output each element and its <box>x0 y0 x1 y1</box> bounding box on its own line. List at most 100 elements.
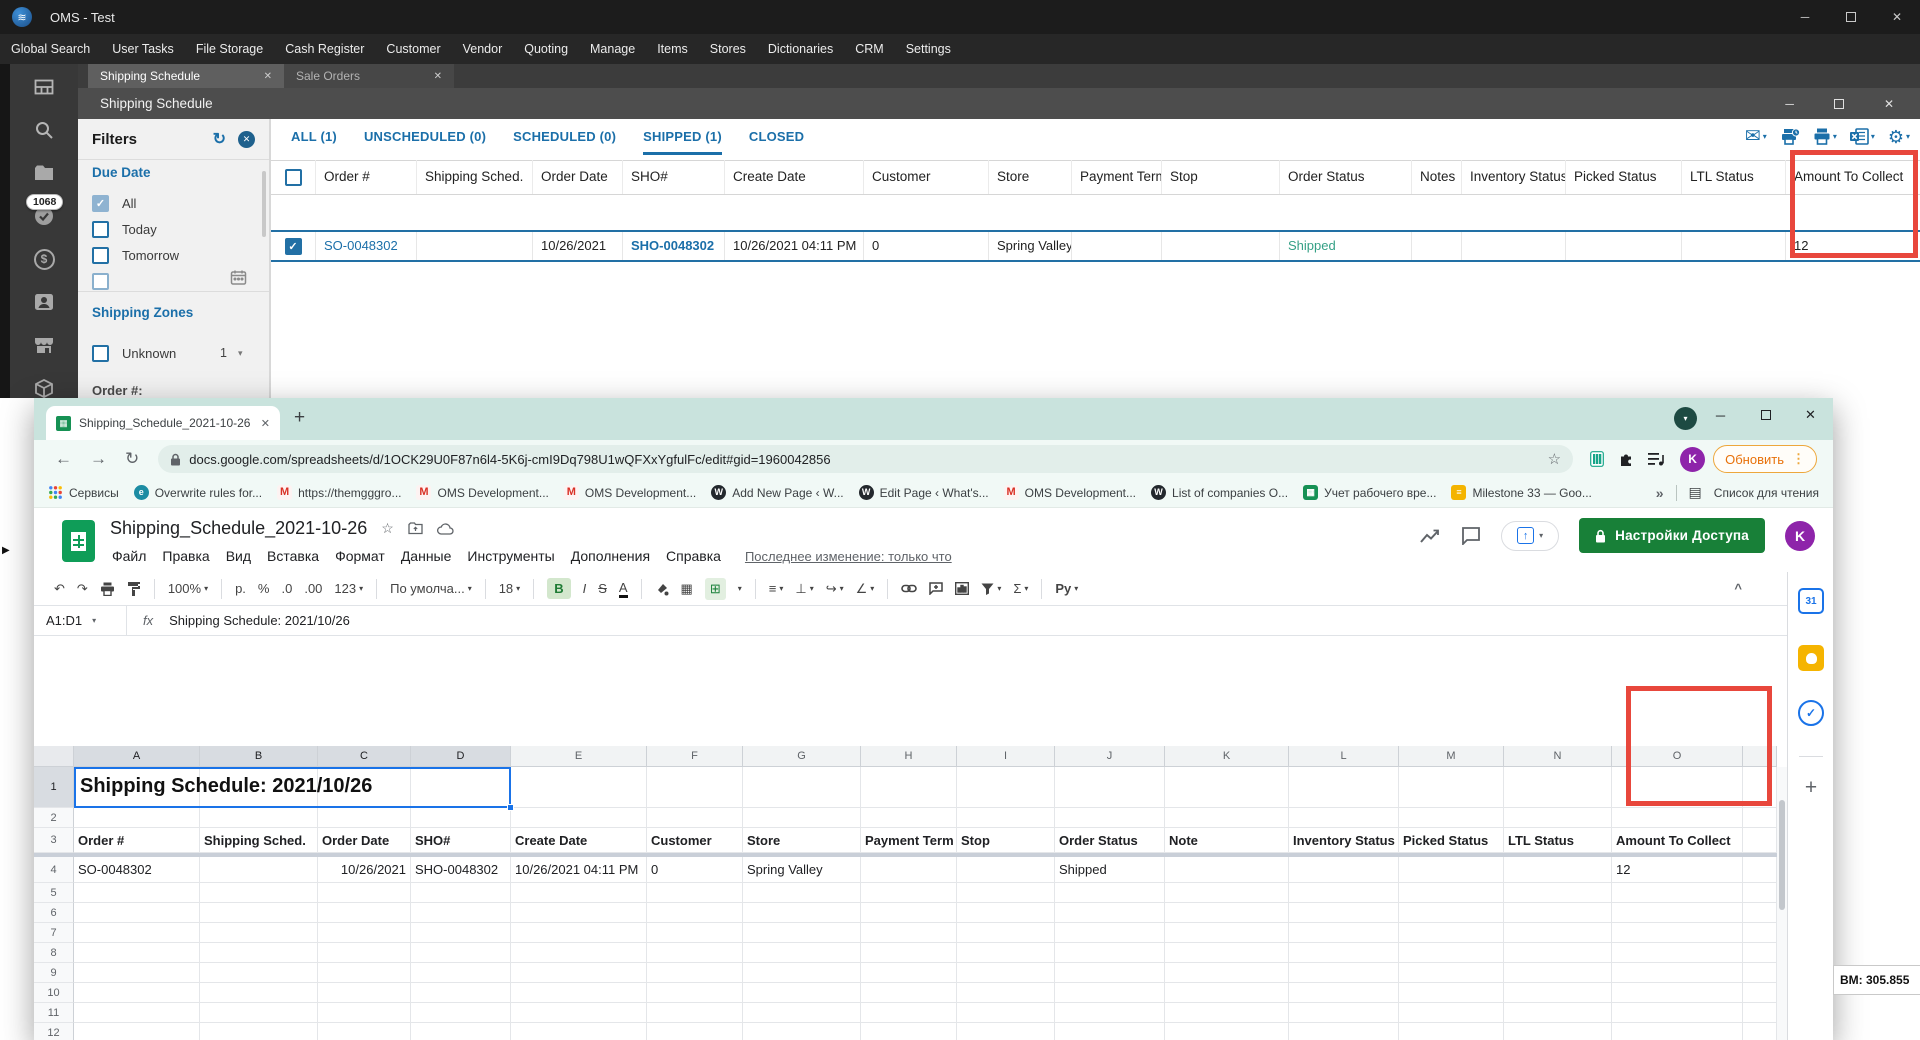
calendar-icon[interactable] <box>230 269 247 286</box>
cell-G10[interactable] <box>743 983 861 1003</box>
cell-L8[interactable] <box>1289 943 1399 963</box>
cell-H7[interactable] <box>861 923 957 943</box>
row-header-7[interactable]: 7 <box>34 923 74 943</box>
cell-C8[interactable] <box>318 943 411 963</box>
cell-M2[interactable] <box>1399 808 1504 828</box>
cell-J10[interactable] <box>1055 983 1165 1003</box>
share-settings-button[interactable]: Настройки Доступа <box>1579 518 1765 553</box>
sheets-menu-правка[interactable]: Правка <box>154 548 217 564</box>
cell-E4[interactable]: 10/26/2021 04:11 PM <box>511 857 647 883</box>
cell-N1[interactable] <box>1504 767 1612 808</box>
cell-C4[interactable]: 10/26/2021 <box>318 857 411 883</box>
oms-menu-customer[interactable]: Customer <box>375 34 451 64</box>
column-header-picked-status[interactable]: Picked Status <box>1566 160 1682 194</box>
cell-F6[interactable] <box>647 903 743 923</box>
cell-M10[interactable] <box>1399 983 1504 1003</box>
inner-close-button[interactable]: ✕ <box>1884 97 1894 111</box>
cell-H6[interactable] <box>861 903 957 923</box>
column-header-order-status[interactable]: Order Status <box>1280 160 1412 194</box>
row-header-8[interactable]: 8 <box>34 943 74 963</box>
cell-H1[interactable] <box>861 767 957 808</box>
cell-B9[interactable] <box>200 963 318 983</box>
increase-decimals-button[interactable]: .00 <box>304 581 322 596</box>
oms-menu-items[interactable]: Items <box>646 34 699 64</box>
row-header-11[interactable]: 11 <box>34 1003 74 1023</box>
cell-D2[interactable] <box>411 808 511 828</box>
cell-K3[interactable]: Note <box>1165 828 1289 853</box>
oms-menu-settings[interactable]: Settings <box>895 34 962 64</box>
oms-menu-crm[interactable]: CRM <box>844 34 894 64</box>
cell-D10[interactable] <box>411 983 511 1003</box>
cell-partial-7[interactable] <box>1743 923 1777 943</box>
sheets-menu-файл[interactable]: Файл <box>104 548 154 564</box>
cell-G7[interactable] <box>743 923 861 943</box>
cell-C2[interactable] <box>318 808 411 828</box>
cell-K1[interactable] <box>1165 767 1289 808</box>
cell-M6[interactable] <box>1399 903 1504 923</box>
cell-J9[interactable] <box>1055 963 1165 983</box>
sheets-menu-данные[interactable]: Данные <box>393 548 460 564</box>
cell-partial-3[interactable] <box>1743 828 1777 853</box>
cell-A10[interactable] <box>74 983 200 1003</box>
oms-menu-global-search[interactable]: Global Search <box>0 34 101 64</box>
cell-I10[interactable] <box>957 983 1055 1003</box>
print-button[interactable]: ▾ <box>1813 128 1837 145</box>
cell-J7[interactable] <box>1055 923 1165 943</box>
redo-button[interactable]: ↷ <box>77 581 88 597</box>
chevron-down-icon[interactable]: ▾ <box>238 348 243 359</box>
col-header-F[interactable]: F <box>647 746 743 767</box>
cell-J12[interactable] <box>1055 1023 1165 1040</box>
last-edit-link[interactable]: Последнее изменение: только что <box>745 549 952 564</box>
col-header-N[interactable]: N <box>1504 746 1612 767</box>
column-header-notes[interactable]: Notes <box>1412 160 1462 194</box>
cell-I8[interactable] <box>957 943 1055 963</box>
cell-I6[interactable] <box>957 903 1055 923</box>
insert-link-button[interactable] <box>901 584 918 593</box>
cell-D5[interactable] <box>411 883 511 903</box>
column-header-payment-term[interactable]: Payment Term <box>1072 160 1162 194</box>
filter-option-all[interactable]: ✓ All <box>92 193 136 213</box>
cell-B8[interactable] <box>200 943 318 963</box>
cell-G5[interactable] <box>743 883 861 903</box>
paint-format-button[interactable] <box>127 581 141 596</box>
col-header-H[interactable]: H <box>861 746 957 767</box>
cell-A2[interactable] <box>74 808 200 828</box>
cell-H12[interactable] <box>861 1023 957 1040</box>
cell-A7[interactable] <box>74 923 200 943</box>
filter-option-unknown-zone[interactable]: Unknown <box>92 343 176 363</box>
number-format-button[interactable]: 123 ▾ <box>334 581 363 596</box>
row-header-5[interactable]: 5 <box>34 883 74 903</box>
cell-F9[interactable] <box>647 963 743 983</box>
inner-maximize-button[interactable] <box>1833 98 1844 109</box>
cell-M12[interactable] <box>1399 1023 1504 1040</box>
text-rotation-button[interactable]: ∠ ▾ <box>856 581 875 597</box>
column-header-customer[interactable]: Customer <box>864 160 989 194</box>
row-header-4[interactable]: 4 <box>34 857 74 883</box>
order-cell-sho[interactable]: SHO-0048302 <box>623 232 725 260</box>
cell-O7[interactable] <box>1612 923 1743 943</box>
cell-K6[interactable] <box>1165 903 1289 923</box>
cell-N11[interactable] <box>1504 1003 1612 1023</box>
reading-list-icon[interactable]: ▤ <box>1689 484 1702 501</box>
store-icon[interactable] <box>33 334 55 356</box>
cell-L4[interactable] <box>1289 857 1399 883</box>
cell-K12[interactable] <box>1165 1023 1289 1040</box>
cell-F5[interactable] <box>647 883 743 903</box>
select-all-corner[interactable] <box>34 746 74 767</box>
italic-button[interactable]: I <box>583 581 587 596</box>
cell-C11[interactable] <box>318 1003 411 1023</box>
cell-K9[interactable] <box>1165 963 1289 983</box>
reading-list-button[interactable]: Список для чтения <box>1714 486 1819 500</box>
profile-chip-icon[interactable]: ▾ <box>1674 407 1697 430</box>
inner-minimize-button[interactable]: ─ <box>1785 97 1794 111</box>
row-checkbox[interactable]: ✓ <box>271 232 316 260</box>
cell-partial-11[interactable] <box>1743 1003 1777 1023</box>
cell-N4[interactable] <box>1504 857 1612 883</box>
cell-K7[interactable] <box>1165 923 1289 943</box>
add-addon-icon[interactable]: + <box>1798 775 1824 801</box>
panel-expander-icon[interactable]: ▶ <box>2 545 10 556</box>
cell-B10[interactable] <box>200 983 318 1003</box>
cell-H4[interactable] <box>861 857 957 883</box>
cell-D8[interactable] <box>411 943 511 963</box>
cell-H11[interactable] <box>861 1003 957 1023</box>
